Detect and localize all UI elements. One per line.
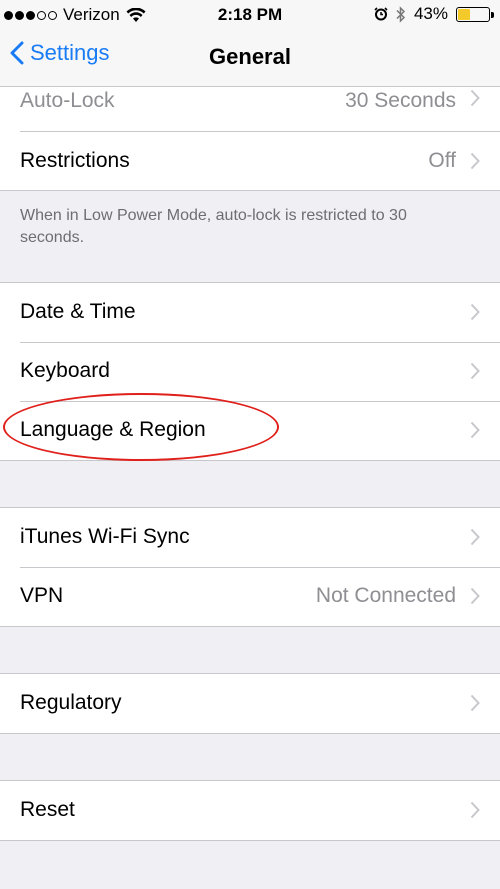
settings-group: Reset <box>0 779 500 841</box>
settings-group: Auto-Lock 30 Seconds Restrictions Off <box>0 87 500 191</box>
row-label: Regulatory <box>20 691 122 715</box>
row-value: Not Connected <box>315 584 456 608</box>
section-footer-note: When in Low Power Mode, auto-lock is res… <box>20 207 407 247</box>
settings-group: Regulatory <box>0 672 500 734</box>
chevron-right-icon <box>470 363 480 380</box>
chevron-right-icon <box>470 695 480 712</box>
row-label: Reset <box>20 798 75 822</box>
status-bar: Verizon 2:18 PM 43% <box>0 0 500 30</box>
battery-level <box>458 8 470 20</box>
list-item-regulatory[interactable]: Regulatory <box>0 674 500 733</box>
battery-icon <box>456 6 494 22</box>
list-item-restrictions[interactable]: Restrictions Off <box>0 131 500 190</box>
row-label: Auto-Lock <box>20 89 115 112</box>
row-label: Date & Time <box>20 300 136 324</box>
list-item-keyboard[interactable]: Keyboard <box>0 341 500 401</box>
battery-percent: 43% <box>413 4 448 23</box>
chevron-right-icon <box>470 152 480 169</box>
list-item-vpn[interactable]: VPN Not Connected <box>0 566 500 626</box>
chevron-right-icon <box>470 422 480 439</box>
row-label: Language & Region <box>20 418 206 442</box>
list-item-auto-lock[interactable]: Auto-Lock 30 Seconds <box>0 87 500 131</box>
row-label: iTunes Wi-Fi Sync <box>20 525 190 549</box>
settings-group: Date & Time Keyboard Language & Region <box>0 281 500 461</box>
settings-group: iTunes Wi-Fi Sync VPN Not Connected <box>0 506 500 627</box>
list-item-language-region[interactable]: Language & Region <box>0 400 500 460</box>
settings-list: Auto-Lock 30 Seconds Restrictions Off Wh… <box>0 87 500 841</box>
navigation-bar: Settings General <box>0 30 500 87</box>
row-label: Keyboard <box>20 359 110 383</box>
chevron-right-icon <box>470 802 480 819</box>
chevron-right-icon <box>470 304 480 321</box>
chevron-right-icon <box>470 588 480 605</box>
bluetooth-icon <box>396 5 406 23</box>
row-label: VPN <box>20 584 64 608</box>
row-label: Restrictions <box>20 148 130 172</box>
status-right: 43% <box>374 4 494 24</box>
list-item-reset[interactable]: Reset <box>0 781 500 840</box>
list-item-date-time[interactable]: Date & Time <box>0 283 500 342</box>
row-value: 30 Seconds <box>345 89 456 112</box>
page-title: General <box>209 44 291 69</box>
row-value: Off <box>428 148 456 172</box>
list-item-itunes-wifi-sync[interactable]: iTunes Wi-Fi Sync <box>0 508 500 567</box>
chevron-right-icon <box>470 529 480 546</box>
chevron-right-icon <box>470 89 480 107</box>
alarm-icon <box>374 7 388 21</box>
